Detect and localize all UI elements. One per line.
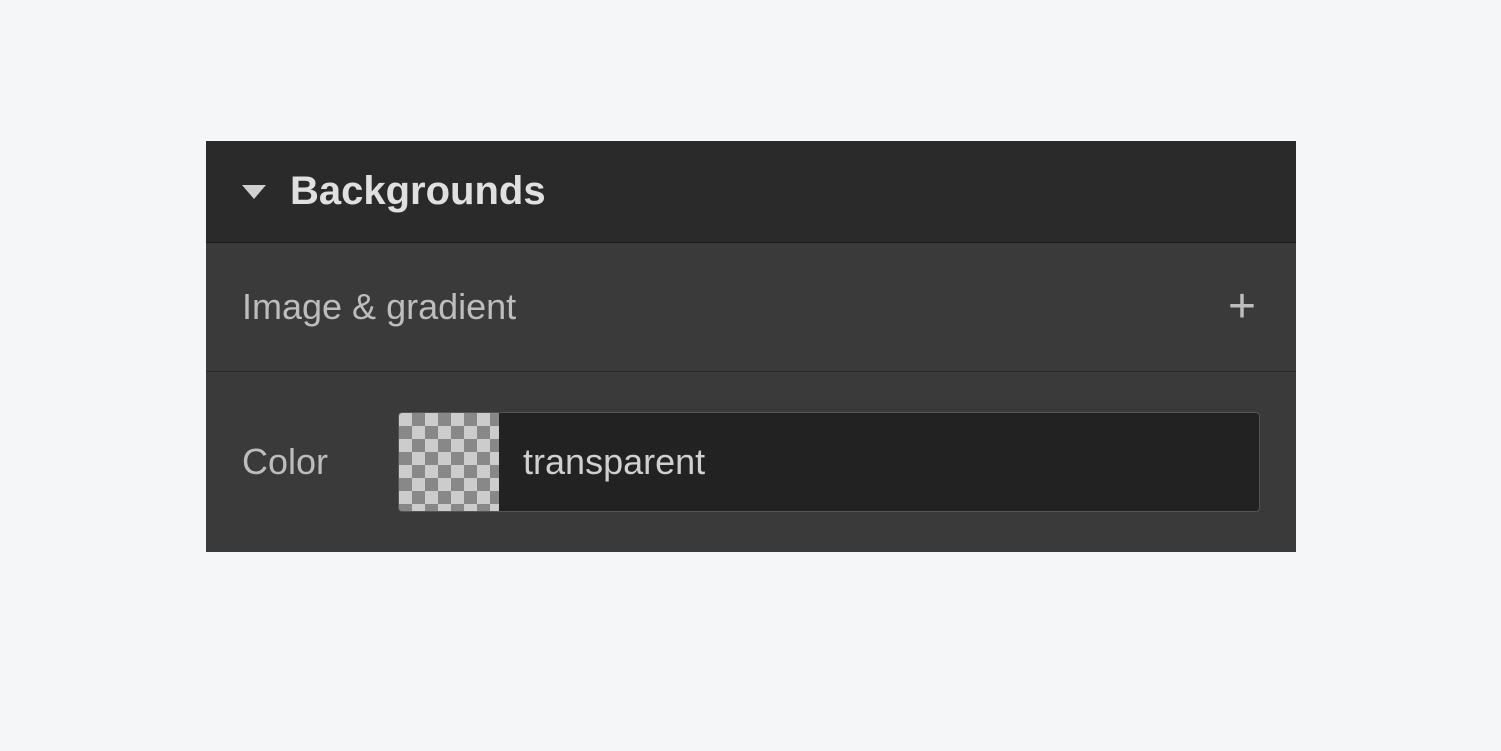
backgrounds-panel: Backgrounds Image & gradient + Color tra… [206, 141, 1296, 552]
color-row: Color transparent [206, 372, 1296, 552]
image-gradient-label: Image & gradient [242, 286, 516, 328]
color-label: Color [242, 441, 328, 483]
transparent-swatch-icon [399, 413, 499, 512]
background-color-input[interactable]: transparent [398, 412, 1260, 512]
add-image-gradient-button[interactable]: + [1224, 283, 1260, 331]
caret-down-icon [242, 185, 266, 199]
plus-icon: + [1228, 280, 1256, 333]
section-title: Backgrounds [290, 169, 546, 214]
backgrounds-section-header[interactable]: Backgrounds [206, 141, 1296, 243]
color-value: transparent [499, 413, 1259, 511]
image-gradient-row: Image & gradient + [206, 243, 1296, 372]
